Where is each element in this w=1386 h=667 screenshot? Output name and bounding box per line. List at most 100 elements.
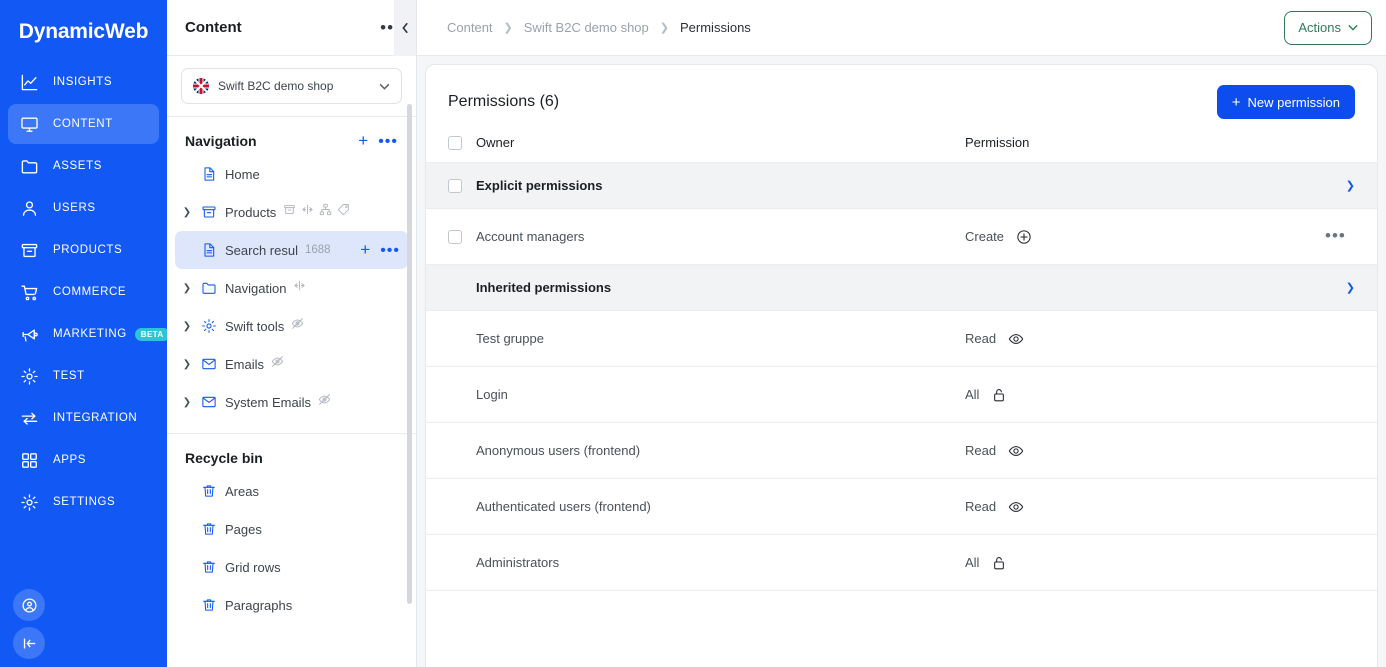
permission-level: Read: [965, 331, 997, 346]
rail-nav-list: INSIGHTS CONTENT ASSETS USERS PRODUCTS COMMER…: [0, 62, 170, 522]
rail-item-commerce[interactable]: COMMERCE: [8, 272, 159, 312]
rail-item-content[interactable]: CONTENT: [8, 104, 159, 144]
chevron-right-icon[interactable]: ❯: [181, 359, 193, 370]
rail-item-test[interactable]: TEST: [8, 356, 159, 396]
trash-icon-wrap: [200, 483, 218, 499]
breadcrumb-item-current: Permissions: [680, 20, 751, 35]
nav-tree-item-search-resul[interactable]: Search resul 1688 + •••: [175, 231, 408, 269]
rail-item-integration[interactable]: INTEGRATION: [8, 398, 159, 438]
breadcrumb-item[interactable]: Swift B2C demo shop: [524, 20, 649, 35]
add-child-page-button[interactable]: +: [360, 241, 370, 258]
nav-panel-scrollbar[interactable]: [407, 104, 412, 604]
actions-button[interactable]: Actions: [1284, 10, 1372, 45]
folder-icon: [202, 282, 216, 294]
permission-owner: Authenticated users (frontend): [476, 499, 651, 514]
nav-tree-item-system-emails[interactable]: ❯ System Emails: [175, 383, 408, 421]
recycle-bin-section-header: Recycle bin: [167, 434, 416, 472]
nav-tree-item-label: Search resul: [225, 242, 298, 258]
row-checkbox[interactable]: [448, 229, 462, 244]
shop-selector-label: Swift B2C demo shop: [218, 79, 334, 93]
table-row[interactable]: Administrators All: [426, 535, 1377, 591]
permission-level: Create: [965, 229, 1005, 244]
breadcrumb-item[interactable]: Content: [447, 20, 493, 35]
rail-item-users[interactable]: USERS: [8, 188, 159, 228]
shop-selector[interactable]: Swift B2C demo shop: [181, 68, 402, 104]
nav-tree-item-products[interactable]: ❯ Products: [175, 193, 408, 231]
navigation-section-overflow-button[interactable]: •••: [378, 133, 398, 149]
group-collapse-chevron-down-icon[interactable]: ❯: [1325, 281, 1355, 294]
table-row[interactable]: Anonymous users (frontend) Read: [426, 423, 1377, 479]
grid-icon: [22, 452, 37, 468]
rail-item-settings[interactable]: SETTINGS: [8, 482, 159, 522]
rail-item-products[interactable]: PRODUCTS: [8, 230, 159, 270]
gear-icon-wrap: [20, 493, 39, 512]
rail-item-label: PRODUCTS: [53, 244, 123, 256]
archive-icon-badge: [283, 203, 296, 221]
new-permission-button-label: New permission: [1247, 94, 1340, 110]
table-row[interactable]: Account managers Create •••: [426, 209, 1377, 265]
user-icon: [22, 200, 37, 216]
recycle-bin-item-paragraphs[interactable]: Paragraphs: [175, 586, 408, 624]
permission-value-wrap: Read: [965, 331, 1325, 347]
gear-icon: [21, 493, 38, 511]
permissions-card: Permissions (6) + New permission Owner P…: [425, 64, 1378, 667]
rail-item-label: TEST: [53, 370, 85, 382]
rail-item-assets[interactable]: ASSETS: [8, 146, 159, 186]
arrows-horizontal-icon: [302, 204, 313, 215]
chevron-down-icon: [1348, 24, 1358, 31]
collapse-nav-panel-button[interactable]: [394, 0, 416, 56]
lock-open-icon: [994, 388, 1005, 401]
nav-tree-item-badges: [271, 355, 284, 373]
permission-level: All: [965, 555, 980, 570]
table-row[interactable]: Authenticated users (frontend) Read: [426, 479, 1377, 535]
recycle-bin-item-areas[interactable]: Areas: [175, 472, 408, 510]
uk-flag-icon: [193, 78, 209, 94]
table-row[interactable]: Test gruppe Read: [426, 311, 1377, 367]
eye-icon: [1008, 445, 1024, 456]
cart-icon: [21, 284, 38, 300]
actions-button-label: Actions: [1298, 20, 1341, 35]
rail-item-insights[interactable]: INSIGHTS: [8, 62, 159, 102]
nav-tree-item-home[interactable]: Home: [175, 155, 408, 193]
add-navigation-button[interactable]: +: [358, 132, 368, 149]
rail-item-label: APPS: [53, 454, 87, 466]
nav-tree-item-navigation[interactable]: ❯ Navigation: [175, 269, 408, 307]
account-button[interactable]: [13, 589, 45, 621]
group-checkbox[interactable]: [448, 178, 462, 193]
arrows-horizontal-icon: [294, 280, 306, 291]
chevron-right-icon[interactable]: ❯: [181, 321, 193, 332]
nav-tree-item-overflow-button[interactable]: •••: [380, 242, 400, 258]
nav-tree-item-badges: [283, 203, 350, 221]
new-permission-button[interactable]: + New permission: [1216, 85, 1355, 119]
rail-item-marketing[interactable]: MARKETING BETA: [8, 314, 170, 354]
nav-tree-item-swift-tools[interactable]: ❯ Swift tools: [175, 307, 408, 345]
navigation-tree: Home ❯ Products Search resul 1688 + ••• ❯ Naviga…: [167, 155, 416, 421]
rail-item-label: MARKETING: [53, 328, 127, 340]
collapse-panel-icon: [23, 638, 35, 648]
page-icon-wrap: [200, 166, 218, 182]
chevron-right-icon[interactable]: ❯: [181, 207, 193, 218]
collapse-rail-button[interactable]: [13, 627, 45, 659]
archive-icon-wrap: [200, 204, 218, 220]
nav-tree-item-emails[interactable]: ❯ Emails: [175, 345, 408, 383]
chevron-right-icon[interactable]: ❯: [181, 283, 193, 294]
select-all-checkbox[interactable]: [448, 135, 462, 150]
table-row[interactable]: Login All: [426, 367, 1377, 423]
row-overflow-cell[interactable]: •••: [1325, 226, 1355, 246]
permission-cell: All: [965, 387, 1325, 403]
monitor-icon-wrap: [20, 115, 39, 134]
recycle-bin-item-pages[interactable]: Pages: [175, 510, 408, 548]
folder-icon: [21, 159, 38, 174]
permissions-card-header: Permissions (6) + New permission: [426, 65, 1377, 135]
megaphone-icon: [22, 328, 38, 342]
plus-circle-icon-wrap: [1016, 229, 1032, 245]
permission-cell: Read: [965, 331, 1325, 347]
group-collapse-chevron-down-icon[interactable]: ❯: [1325, 179, 1355, 192]
permission-group-row[interactable]: Inherited permissions ❯: [426, 265, 1377, 311]
permission-group-row[interactable]: Explicit permissions ❯: [426, 163, 1377, 209]
chevron-right-icon[interactable]: ❯: [181, 397, 193, 408]
eye-icon: [1008, 501, 1024, 512]
recycle-bin-item-grid-rows[interactable]: Grid rows: [175, 548, 408, 586]
row-overflow-button[interactable]: •••: [1325, 226, 1346, 245]
rail-item-apps[interactable]: APPS: [8, 440, 159, 480]
